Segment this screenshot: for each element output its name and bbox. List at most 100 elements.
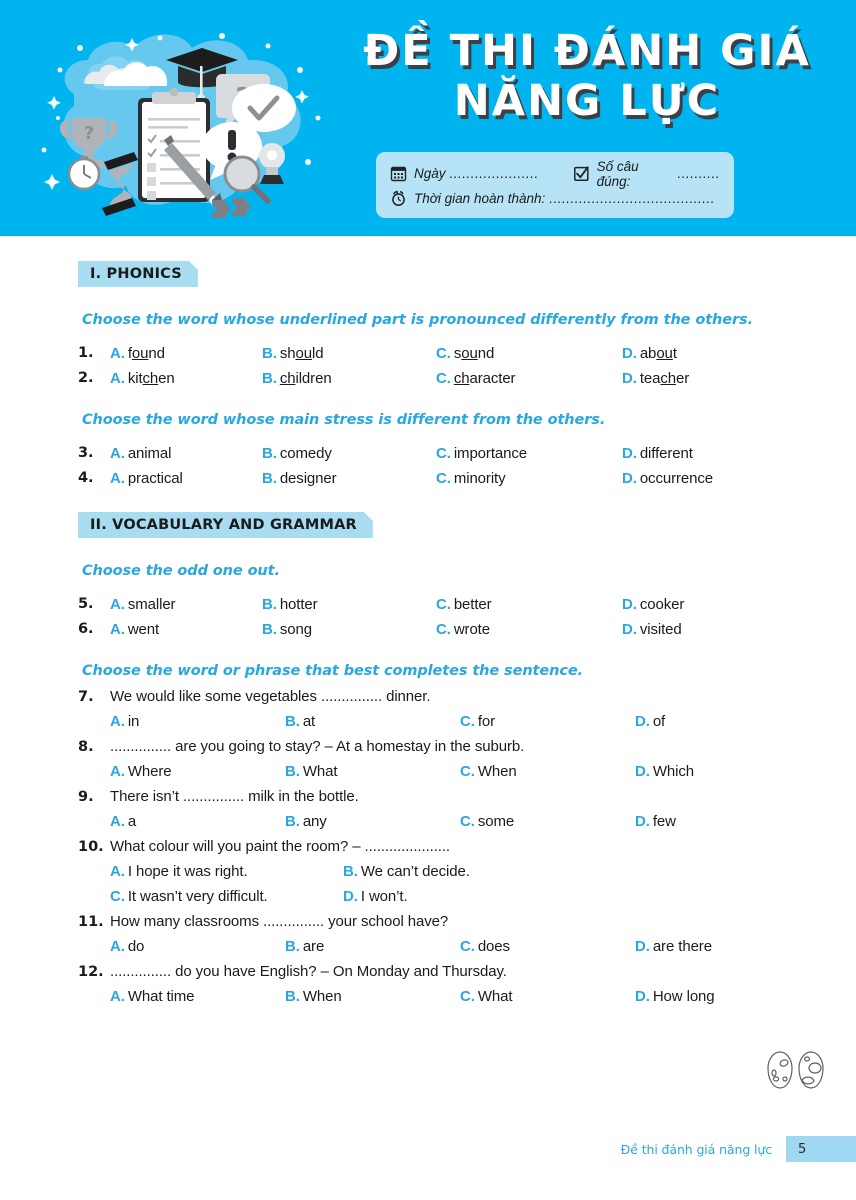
option-letter: A. — [110, 813, 125, 830]
option-11d[interactable]: D. are there — [635, 938, 810, 955]
calendar-icon — [390, 165, 407, 182]
option-6a[interactable]: A. went — [110, 621, 262, 638]
option-4c[interactable]: C. minority — [436, 470, 622, 487]
option-2a[interactable]: A. kitchen — [110, 370, 262, 387]
title-line-2: NĂNG LỰC — [453, 76, 721, 126]
option-7b[interactable]: B. at — [285, 713, 460, 730]
option-4a[interactable]: A. practical — [110, 470, 262, 487]
option-9c[interactable]: C. some — [460, 813, 635, 830]
option-text: some — [477, 813, 515, 830]
option-letter: C. — [460, 988, 475, 1005]
option-text: comedy — [279, 445, 332, 462]
option-12b[interactable]: B. When — [285, 988, 460, 1005]
option-letter: A. — [110, 621, 125, 638]
section-header-phonics: I. PHONICS — [78, 261, 198, 287]
option-7c[interactable]: C. for — [460, 713, 635, 730]
option-3b[interactable]: B. comedy — [262, 445, 436, 462]
option-text: What time — [127, 988, 195, 1005]
option-text: do — [127, 938, 145, 955]
correct-label: Số câu đúng: — [596, 158, 639, 189]
option-7d[interactable]: D. of — [635, 713, 810, 730]
option-8c[interactable]: C. When — [460, 763, 635, 780]
option-text: minority — [453, 470, 506, 487]
option-1c[interactable]: C. sound — [436, 345, 622, 362]
option-10a[interactable]: A. I hope it was right. — [110, 863, 343, 880]
question-11: 11. How many classrooms ............... … — [78, 913, 856, 930]
option-text-underlined: ch — [453, 370, 470, 387]
option-7a[interactable]: A. in — [110, 713, 285, 730]
option-5b[interactable]: B. hotter — [262, 596, 436, 613]
option-4d[interactable]: D. occurrence — [622, 470, 713, 487]
question-7-stem: We would like some vegetables ..........… — [110, 688, 431, 705]
question-8-stem: ............... are you going to stay? –… — [110, 738, 525, 755]
alarm-clock-icon — [390, 190, 407, 207]
option-1d[interactable]: D. about — [622, 345, 677, 362]
option-text-pre: ab — [639, 345, 657, 362]
option-text: When — [302, 988, 342, 1005]
option-8d[interactable]: D. Which — [635, 763, 810, 780]
question-3-options: 3. A. animal B. comedy C. importance D. diff… — [78, 445, 856, 462]
option-letter: C. — [436, 445, 451, 462]
option-10b[interactable]: B. We can’t decide. — [343, 863, 576, 880]
option-8b[interactable]: B. What — [285, 763, 460, 780]
info-row-2: Thời gian hoàn thành: ..................… — [390, 186, 720, 211]
option-6d[interactable]: D. visited — [622, 621, 682, 638]
option-9a[interactable]: A. a — [110, 813, 285, 830]
option-5c[interactable]: C. better — [436, 596, 622, 613]
option-10c[interactable]: C. It wasn’t very difficult. — [110, 888, 343, 905]
option-11c[interactable]: C. does — [460, 938, 635, 955]
option-letter: C. — [436, 370, 451, 387]
date-field[interactable]: Ngày ..................... — [390, 165, 573, 182]
option-text: importance — [453, 445, 528, 462]
question-10-number: 10. — [78, 839, 104, 855]
option-1a[interactable]: A. found — [110, 345, 262, 362]
section-header-vocabulary-grammar: II. VOCABULARY AND GRAMMAR — [78, 512, 373, 538]
option-6b[interactable]: B. song — [262, 621, 436, 638]
time-field[interactable]: Thời gian hoàn thành: ..................… — [390, 190, 715, 207]
option-5a[interactable]: A. smaller — [110, 596, 262, 613]
option-letter: C. — [436, 596, 451, 613]
option-5d[interactable]: D. cooker — [622, 596, 684, 613]
option-2d[interactable]: D. teacher — [622, 370, 689, 387]
correct-count-field[interactable]: Số câu đúng: .......... — [573, 159, 720, 189]
option-text: smaller — [127, 596, 176, 613]
option-text: animal — [127, 445, 172, 462]
question-10: 10. What colour will you paint the room?… — [78, 838, 856, 855]
option-11b[interactable]: B. are — [285, 938, 460, 955]
option-letter: B. — [262, 596, 277, 613]
option-3d[interactable]: D. different — [622, 445, 693, 462]
education-illustration: ? ? — [36, 22, 348, 222]
option-text: at — [302, 713, 316, 730]
page-footer: Đề thi đánh giá năng lực 5 — [0, 1136, 856, 1162]
option-6c[interactable]: C. wrote — [436, 621, 622, 638]
question-6-options: 6. A. went B. song C. wrote D. visited — [78, 621, 856, 638]
question-10-options-row-2: C. It wasn’t very difficult. D. I won’t. — [110, 888, 856, 905]
option-2b[interactable]: B. children — [262, 370, 436, 387]
option-text: Which — [652, 763, 694, 780]
option-12d[interactable]: D. How long — [635, 988, 810, 1005]
option-3c[interactable]: C. importance — [436, 445, 622, 462]
option-text: are — [302, 938, 325, 955]
option-letter: D. — [343, 888, 358, 905]
option-12a[interactable]: A. What time — [110, 988, 285, 1005]
option-text-underlined: ou — [656, 345, 673, 362]
option-text: hotter — [279, 596, 318, 613]
option-letter: C. — [436, 470, 451, 487]
option-8a[interactable]: A. Where — [110, 763, 285, 780]
option-text-underlined: ch — [142, 370, 159, 387]
option-10d[interactable]: D. I won’t. — [343, 888, 576, 905]
question-7: 7. We would like some vegetables .......… — [78, 688, 856, 705]
option-text-post: ld — [311, 345, 324, 362]
option-12c[interactable]: C. What — [460, 988, 635, 1005]
question-9-stem: There isn’t ............... milk in the … — [110, 788, 359, 805]
option-9b[interactable]: B. any — [285, 813, 460, 830]
option-4b[interactable]: B. designer — [262, 470, 436, 487]
option-3a[interactable]: A. animal — [110, 445, 262, 462]
option-letter: C. — [460, 713, 475, 730]
date-dots: ..................... — [449, 166, 539, 181]
option-9d[interactable]: D. few — [635, 813, 810, 830]
option-1b[interactable]: B. should — [262, 345, 436, 362]
option-2c[interactable]: C. character — [436, 370, 622, 387]
option-letter: B. — [285, 713, 300, 730]
option-11a[interactable]: A. do — [110, 938, 285, 955]
